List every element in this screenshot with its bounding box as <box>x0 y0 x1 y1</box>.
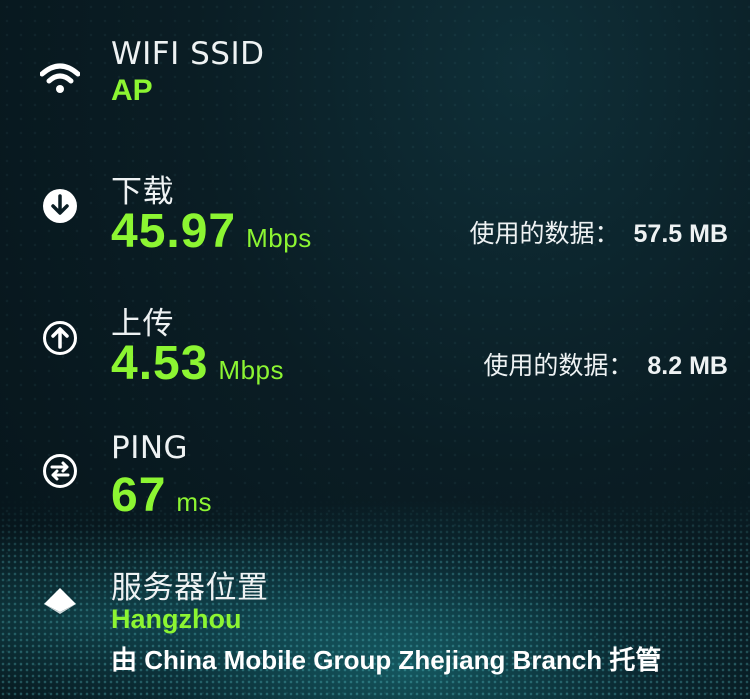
upload-arrow-icon <box>43 321 77 355</box>
wifi-ssid-value: AP <box>111 74 153 107</box>
download-speed: 45.97 Mbps <box>111 204 312 259</box>
download-data-used: 使用的数据： 57.5 MB <box>470 214 729 250</box>
ping-latency: 67 ms <box>111 468 212 523</box>
upload-speed-value: 4.53 <box>111 337 209 390</box>
location-pin-icon <box>44 588 76 614</box>
wifi-ssid-label: WIFI SSID <box>111 36 265 72</box>
upload-speed: 4.53 Mbps <box>111 336 284 391</box>
download-arrow-icon <box>43 189 77 223</box>
ping-latency-unit: ms <box>176 487 213 517</box>
ping-arrows-icon <box>43 454 77 488</box>
server-city: Hangzhou <box>111 604 242 634</box>
server-host: 由 China Mobile Group Zhejiang Branch 托管 <box>111 645 662 675</box>
wifi-icon <box>40 63 80 93</box>
ping-label: PING <box>111 430 189 466</box>
upload-data-used: 使用的数据： 8.2 MB <box>483 346 728 382</box>
download-speed-value: 45.97 <box>111 205 237 258</box>
ping-latency-value: 67 <box>111 469 167 522</box>
download-data-used-label: 使用的数据： <box>469 219 620 248</box>
upload-data-used-label: 使用的数据： <box>483 351 634 380</box>
upload-data-used-value: 8.2 MB <box>647 352 728 380</box>
server-location-label: 服务器位置 <box>111 570 269 606</box>
download-speed-unit: Mbps <box>246 223 312 253</box>
upload-speed-unit: Mbps <box>218 355 284 385</box>
download-data-used-value: 57.5 MB <box>633 220 728 248</box>
